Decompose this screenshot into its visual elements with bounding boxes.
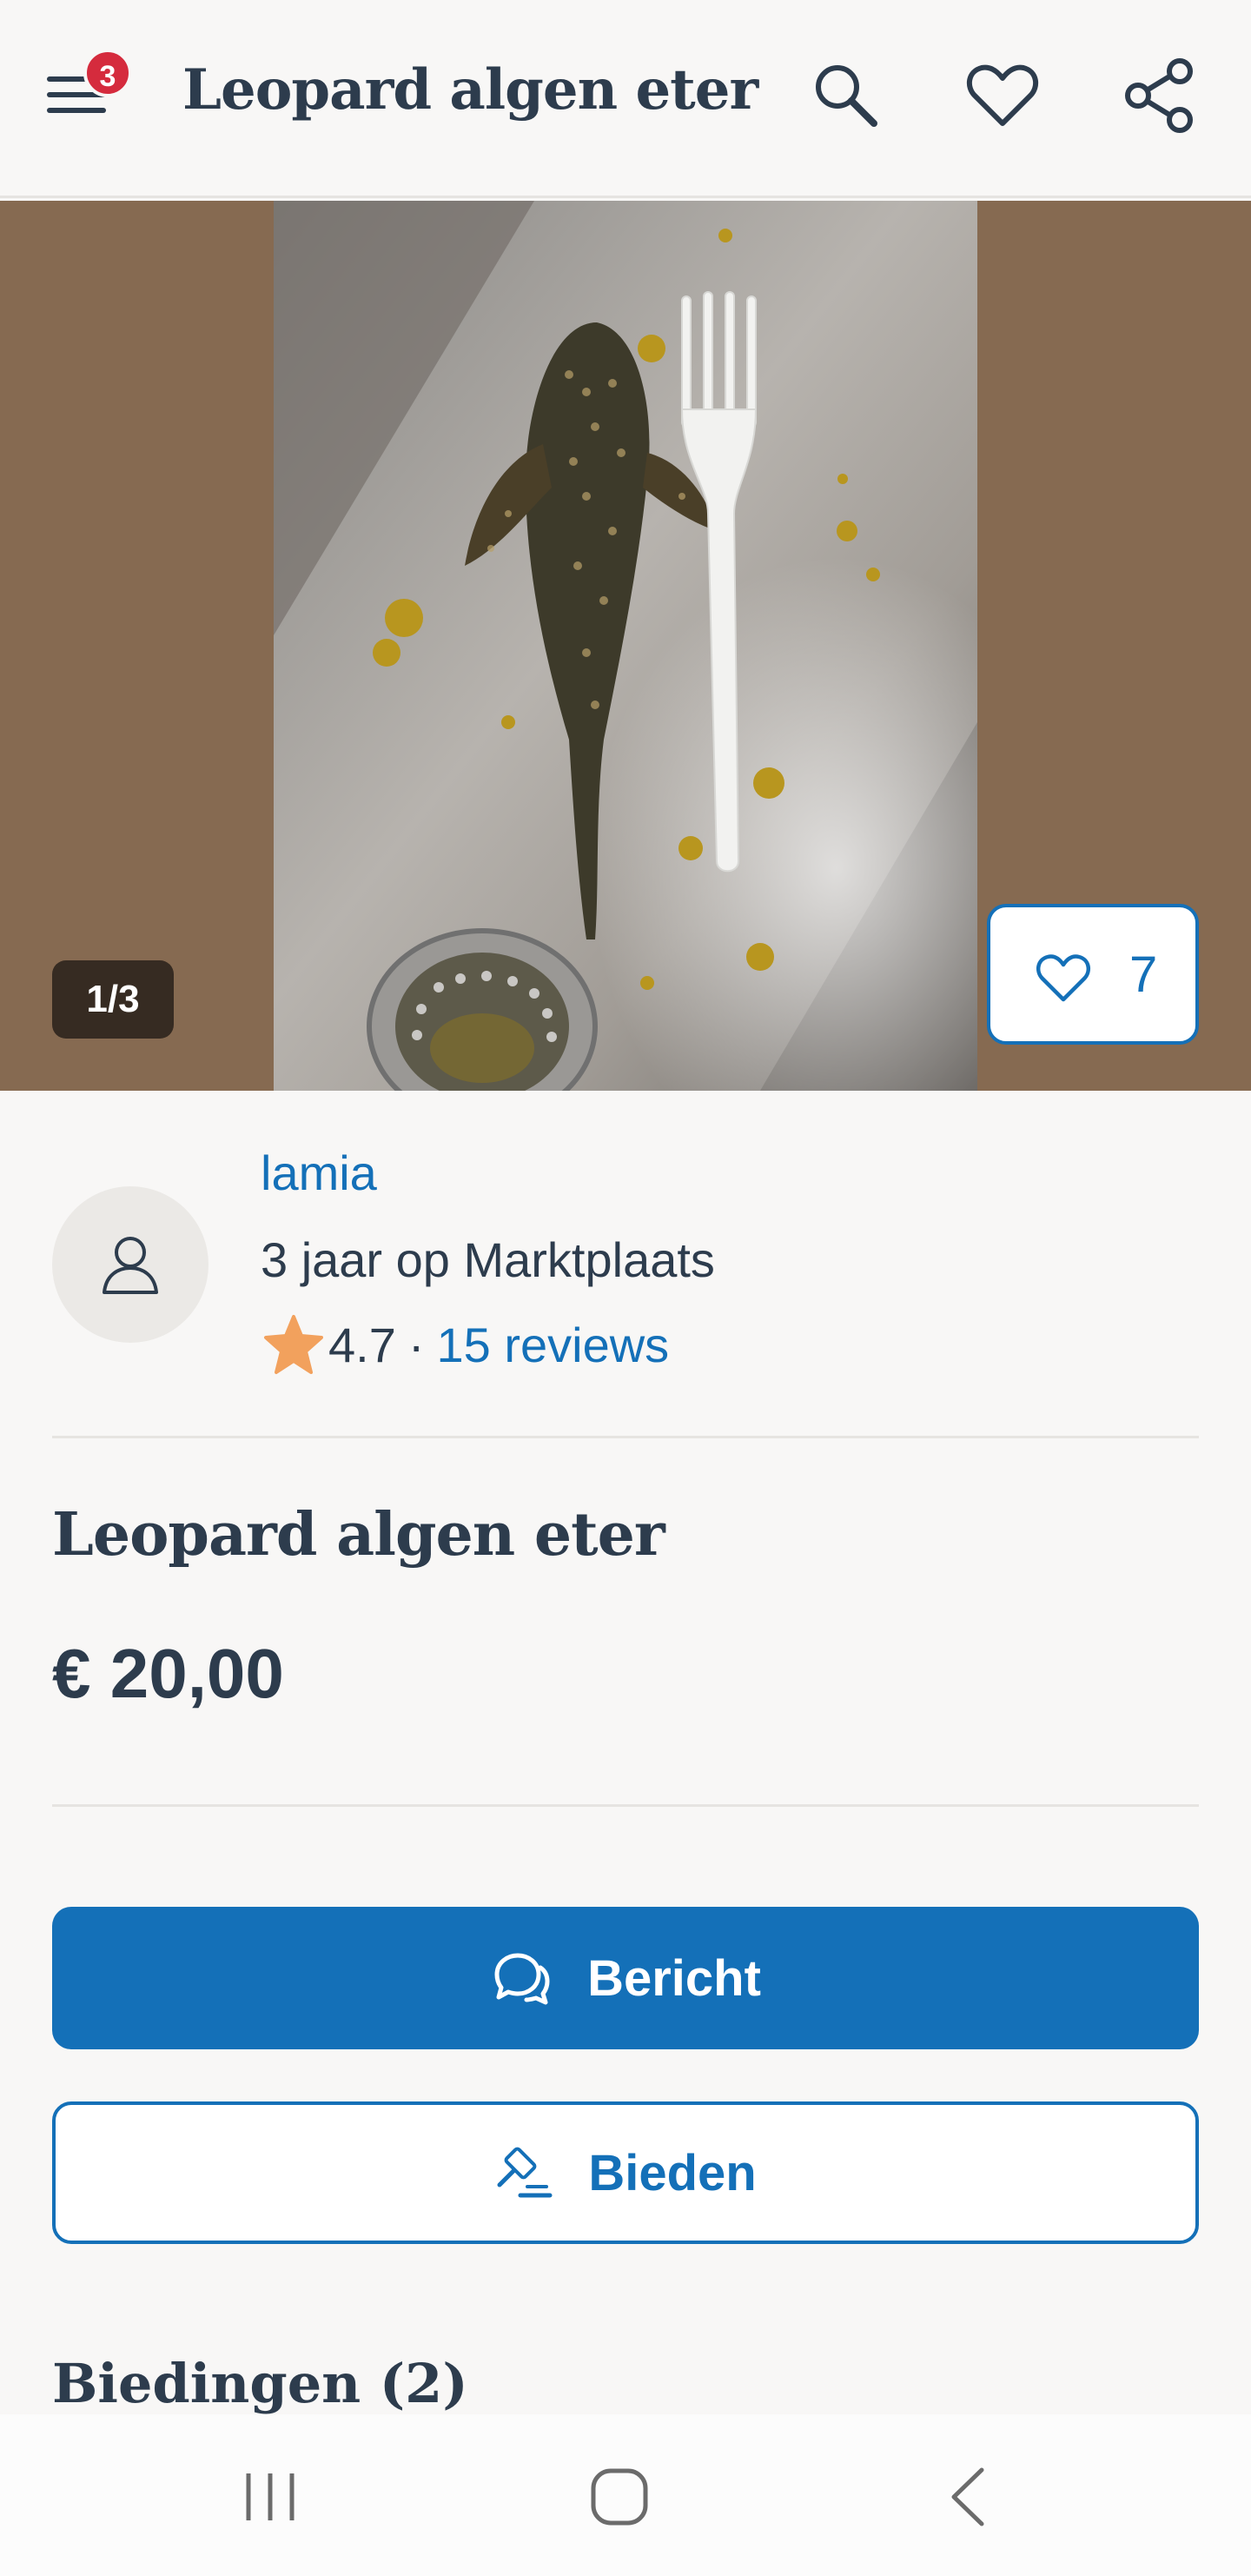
share-icon — [1125, 58, 1193, 133]
top-app-bar: 3 Leopard algen eter — [0, 0, 1251, 198]
recent-apps-button[interactable] — [231, 2458, 309, 2536]
message-button-label: Bericht — [587, 1949, 761, 2007]
divider — [52, 1804, 1199, 1807]
listing-title: Leopard algen eter — [52, 1500, 665, 1570]
rating-value: 4.7 — [328, 1317, 396, 1372]
image-counter: 1/3 — [52, 960, 174, 1039]
seller-name-link[interactable]: lamia — [261, 1145, 377, 1201]
menu-button[interactable]: 3 — [43, 49, 132, 123]
avatar[interactable] — [52, 1186, 208, 1343]
system-navigation-bar — [0, 2414, 1251, 2576]
favorite-count: 7 — [1129, 946, 1158, 1003]
home-icon — [591, 2468, 648, 2526]
divider — [52, 1436, 1199, 1438]
bid-button-label: Bieden — [588, 2144, 757, 2201]
bid-button[interactable]: Bieden — [52, 2101, 1199, 2244]
chat-icon — [494, 1953, 550, 2005]
seller-info[interactable]: lamia 3 jaar op Marktplaats 4.7 · 15 rev… — [0, 1091, 1251, 1438]
user-icon — [103, 1237, 158, 1294]
message-button[interactable]: Bericht — [52, 1907, 1199, 2049]
search-icon — [816, 65, 877, 127]
page-title: Leopard algen eter — [182, 57, 758, 123]
heart-icon — [966, 64, 1039, 126]
rating-separator: · — [407, 1317, 425, 1372]
back-button[interactable] — [930, 2458, 1008, 2536]
heart-icon — [1036, 954, 1091, 1002]
recent-apps-icon — [246, 2473, 295, 2520]
share-button[interactable] — [1121, 57, 1197, 134]
favorite-count-button[interactable]: 7 — [987, 904, 1199, 1045]
star-icon — [264, 1315, 323, 1374]
search-button[interactable] — [808, 57, 884, 134]
seller-member-since: 3 jaar op Marktplaats — [261, 1232, 715, 1287]
favorite-button[interactable] — [964, 57, 1041, 134]
gavel-icon — [497, 2147, 553, 2198]
listing-price: € 20,00 — [52, 1635, 284, 1712]
home-button[interactable] — [580, 2458, 659, 2536]
listing-photo[interactable] — [274, 201, 977, 1091]
bids-heading: Biedingen (2) — [52, 2352, 468, 2415]
back-icon — [951, 2467, 984, 2526]
image-gallery[interactable]: 1/3 7 — [0, 201, 1251, 1091]
seller-rating: 4.7 · 15 reviews — [261, 1310, 669, 1379]
reviews-link[interactable]: 15 reviews — [437, 1317, 670, 1373]
notification-badge: 3 — [83, 49, 132, 97]
